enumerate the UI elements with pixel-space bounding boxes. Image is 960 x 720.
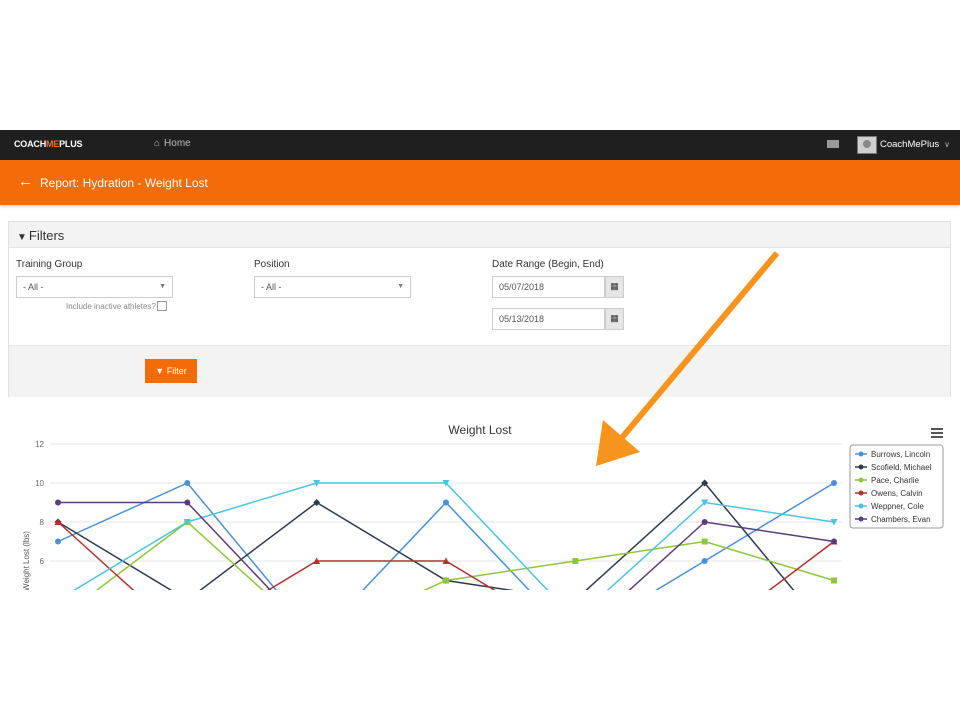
annotation-arrow xyxy=(596,251,780,466)
arrow-shaft xyxy=(617,251,780,442)
